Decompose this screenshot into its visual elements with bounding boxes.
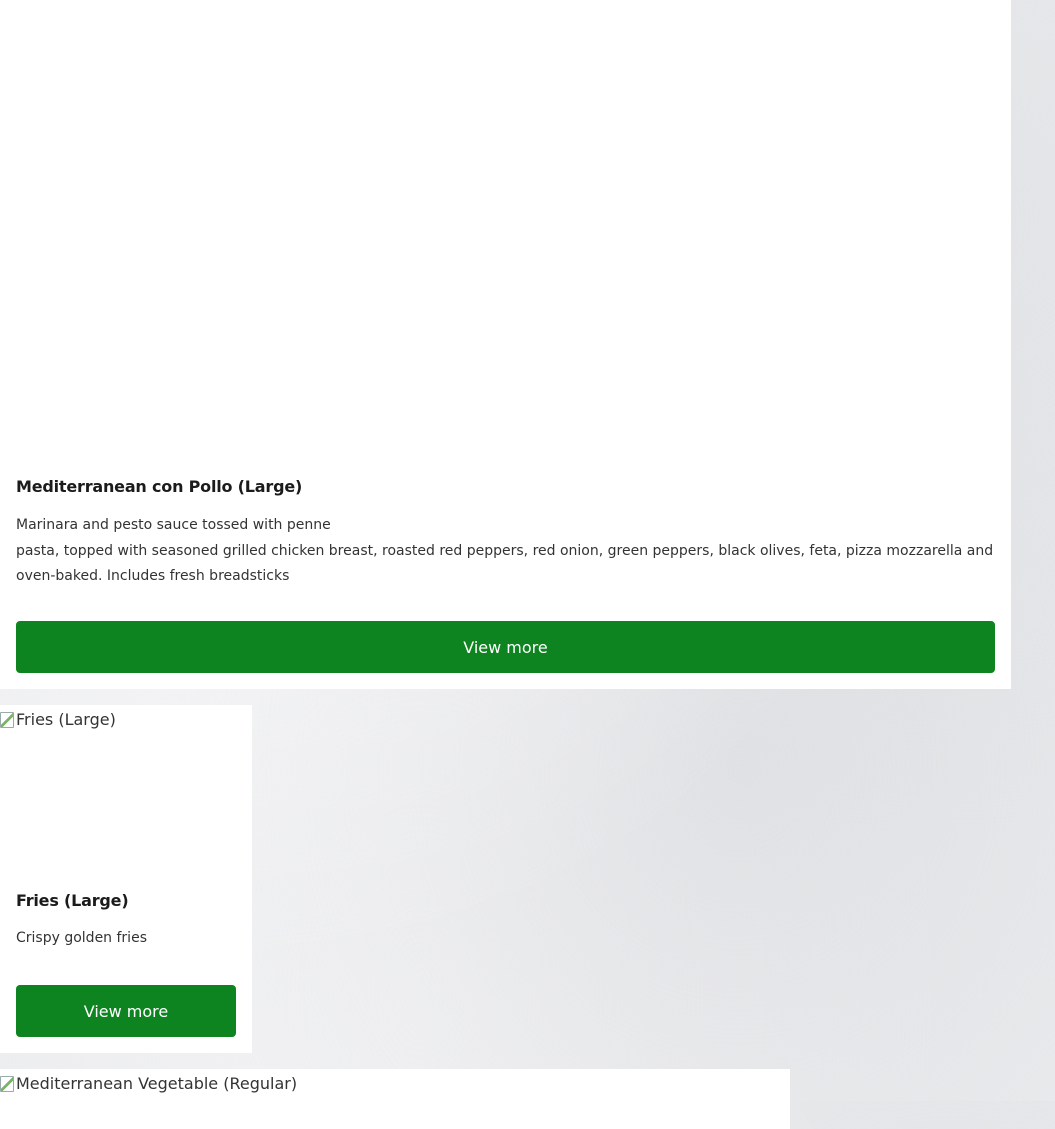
menu-item-image: Fries (Large) xyxy=(0,705,252,875)
menu-item-description: Marinara and pesto sauce tossed with pen… xyxy=(16,513,1001,590)
broken-image: Mediterranean Vegetable (Regular) xyxy=(0,1074,297,1093)
menu-item-image xyxy=(0,0,1011,460)
menu-item-description-line: Marinara and pesto sauce tossed with pen… xyxy=(16,517,331,533)
menu-item-card: Mediterranean Vegetable (Regular) xyxy=(0,1069,790,1129)
image-alt-text: Mediterranean Vegetable (Regular) xyxy=(16,1074,298,1093)
broken-image-icon xyxy=(0,711,14,728)
menu-item-description-line: pasta, topped with seasoned grilled chic… xyxy=(16,542,994,585)
broken-image-icon xyxy=(0,1075,14,1092)
view-more-button[interactable]: View more xyxy=(16,621,995,673)
broken-image: Fries (Large) xyxy=(0,710,116,729)
menu-item-description: Crispy golden fries xyxy=(16,930,147,946)
view-more-button[interactable]: View more xyxy=(16,985,236,1037)
menu-item-card: Mediterranean con Pollo (Large) Marinara… xyxy=(0,0,1011,689)
menu-item-title: Mediterranean con Pollo (Large) xyxy=(16,477,303,496)
menu-item-title: Fries (Large) xyxy=(16,891,129,910)
menu-item-card: Fries (Large) Fries (Large) Crispy golde… xyxy=(0,705,252,1053)
image-alt-text: Fries (Large) xyxy=(16,710,116,729)
